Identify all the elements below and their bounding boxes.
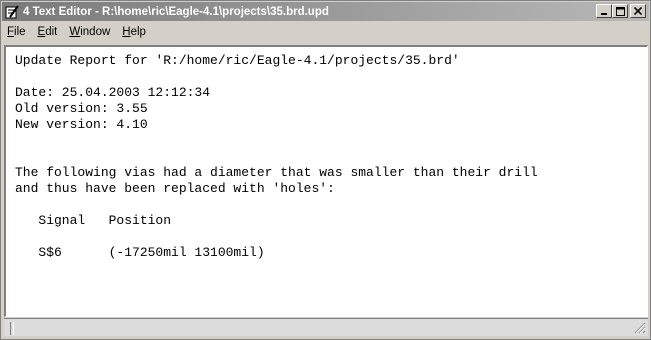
window-title: 4 Text Editor - R:\home\ric\Eagle-4.1\pr…	[23, 5, 329, 18]
menu-help-label: elp	[130, 26, 146, 38]
title-bar[interactable]: 4 Text Editor - R:\home\ric\Eagle-4.1\pr…	[2, 2, 649, 21]
scrollbar-grip[interactable]	[10, 322, 14, 335]
menu-edit[interactable]: Edit	[32, 26, 64, 38]
close-icon	[634, 7, 642, 15]
menu-help[interactable]: Help	[116, 26, 152, 38]
editor-line: The following vias had a diameter that w…	[15, 165, 538, 180]
text-editor-window: 4 Text Editor - R:\home\ric\Eagle-4.1\pr…	[0, 0, 651, 340]
menu-bar: File Edit Window Help	[2, 22, 152, 42]
horizontal-scrollbar[interactable]	[4, 318, 648, 336]
minimize-button[interactable]	[596, 4, 612, 18]
editor-line: Date: 25.04.2003 12:12:34	[15, 85, 211, 100]
editor-content: Update Report for 'R:/home/ric/Eagle-4.1…	[6, 47, 647, 261]
text-editor-area[interactable]: Update Report for 'R:/home/ric/Eagle-4.1…	[4, 45, 648, 317]
maximize-button[interactable]	[612, 4, 628, 18]
editor-line: and thus have been replaced with 'holes'…	[15, 181, 335, 196]
resize-grip-icon[interactable]	[634, 322, 646, 334]
menu-window-mnemonic: W	[69, 26, 81, 38]
editor-line: Update Report for 'R:/home/ric/Eagle-4.1…	[15, 53, 460, 68]
menu-file-mnemonic: F	[7, 26, 15, 38]
menu-edit-label: dit	[45, 26, 58, 38]
menu-window-label: indow	[80, 26, 111, 38]
window-controls	[596, 4, 646, 18]
menu-file[interactable]: File	[2, 26, 32, 38]
close-button[interactable]	[630, 4, 646, 18]
editor-line: Old version: 3.55	[15, 101, 148, 116]
minimize-icon	[601, 13, 607, 15]
menu-file-label: ile	[14, 26, 26, 38]
text-editor-icon	[5, 4, 19, 18]
editor-line: New version: 4.10	[15, 117, 148, 132]
menu-help-mnemonic: H	[122, 26, 131, 38]
editor-line: S$6 (-17250mil 13100mil)	[15, 245, 265, 260]
maximize-icon	[615, 6, 625, 16]
editor-line: Signal Position	[15, 213, 172, 228]
menu-window[interactable]: Window	[63, 26, 116, 38]
